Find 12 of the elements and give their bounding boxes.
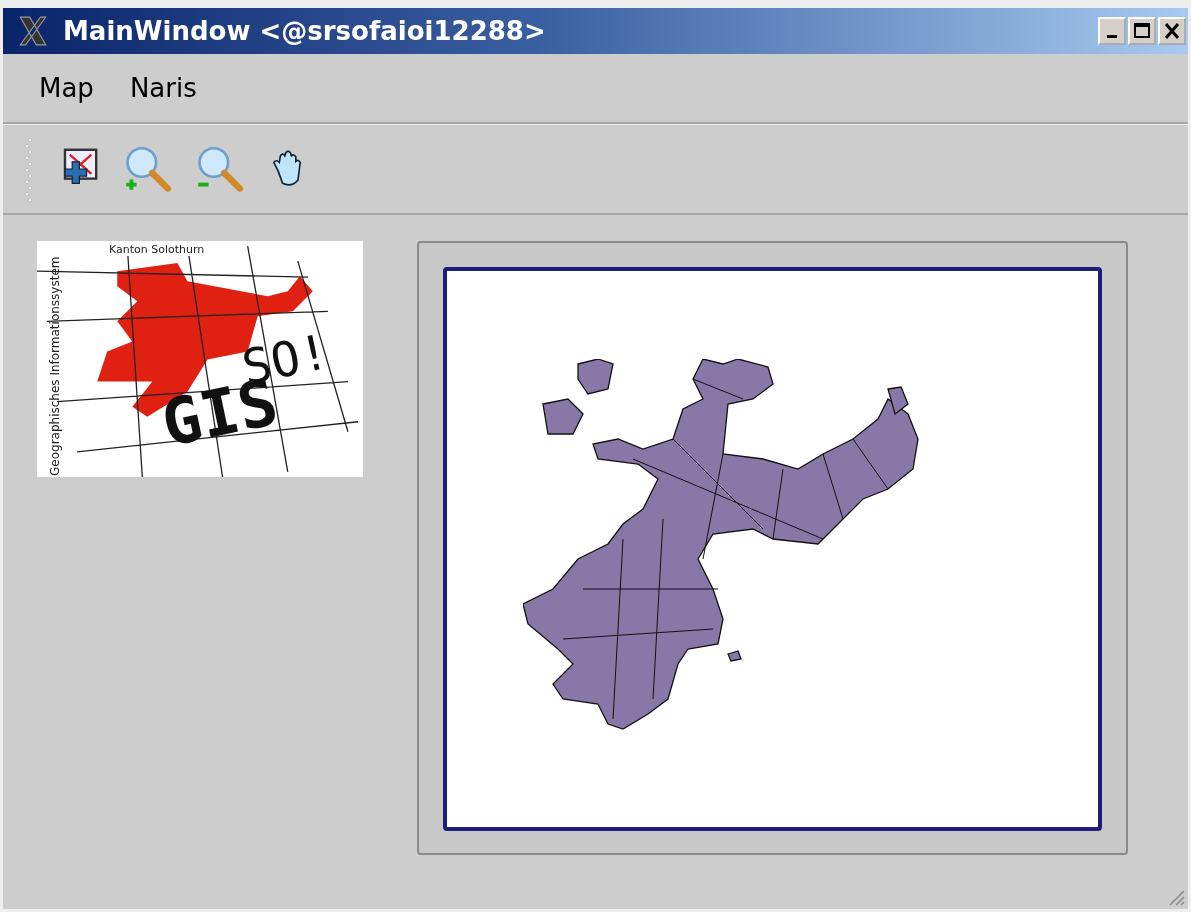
logo-region-text: Kanton Solothurn <box>107 243 207 256</box>
window-title: MainWindow <@srsofaioi12288> <box>63 16 547 46</box>
minimize-button[interactable] <box>1098 17 1126 45</box>
menu-item[interactable]: Naris <box>129 73 197 103</box>
maximize-icon <box>1132 21 1152 41</box>
logo-subtitle-text: Geographisches Informationssystem <box>48 255 62 476</box>
close-icon <box>1162 21 1182 41</box>
x-logo-icon <box>17 15 49 47</box>
minimize-icon <box>1107 34 1117 38</box>
maximize-button[interactable] <box>1128 17 1156 45</box>
menu-item[interactable]: Map <box>39 73 94 103</box>
close-button[interactable] <box>1158 17 1186 45</box>
